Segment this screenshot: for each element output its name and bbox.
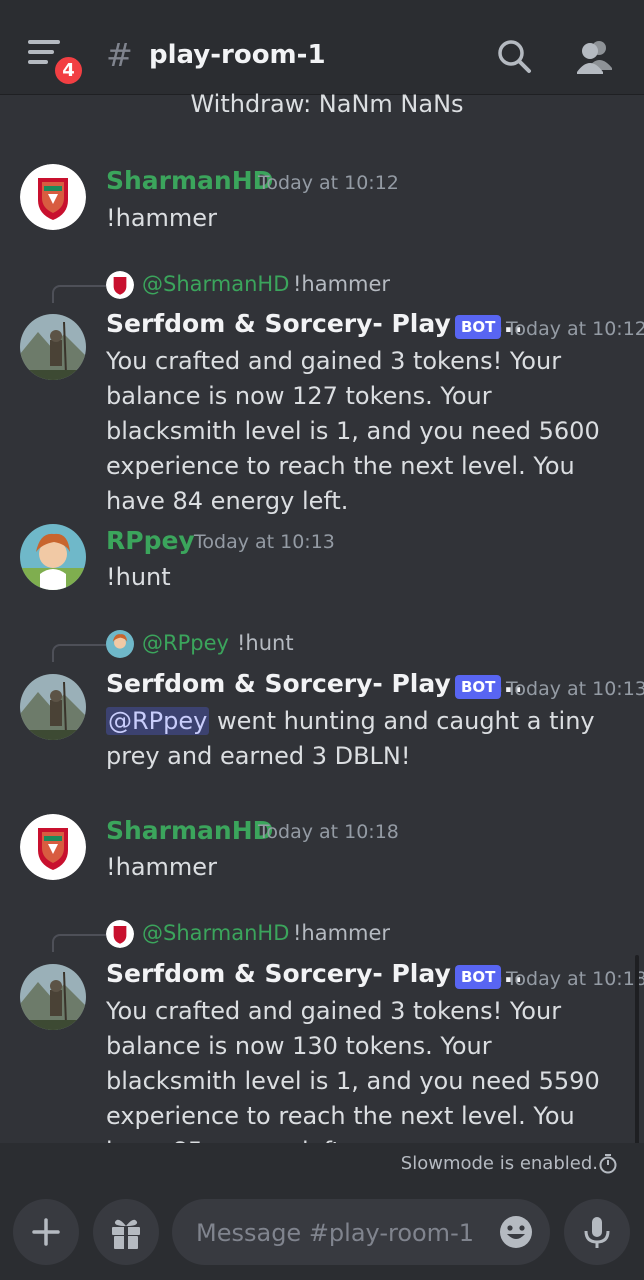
reply-connector	[52, 644, 106, 662]
message-author[interactable]: SharmanHD	[106, 816, 273, 845]
members-icon[interactable]	[574, 38, 614, 76]
reply-mention[interactable]: @RPpey	[142, 631, 229, 655]
user-mention[interactable]: @RPpey	[106, 707, 210, 735]
reply-connector	[52, 285, 106, 303]
reply-preview-text[interactable]: !hammer	[293, 272, 390, 296]
message-timestamp: Today at 10:12	[506, 318, 644, 340]
bot-avatar[interactable]	[20, 314, 86, 380]
stopwatch-icon	[598, 1153, 618, 1179]
bot-avatar[interactable]	[20, 964, 86, 1030]
search-icon[interactable]	[496, 38, 534, 76]
reply-avatar	[106, 630, 134, 658]
bot-avatar[interactable]	[20, 674, 86, 740]
message-author[interactable]: SharmanHD	[106, 166, 273, 195]
user-avatar[interactable]	[20, 524, 86, 590]
message-content: !hammer	[106, 853, 217, 881]
user-avatar[interactable]	[20, 164, 86, 230]
message-timestamp: Today at 10:18	[506, 968, 644, 990]
message-timestamp: Today at 10:13	[506, 678, 644, 700]
bot-badge: BOT	[455, 315, 502, 339]
channel-hash-icon: #	[106, 36, 133, 74]
message-input-container[interactable]	[172, 1199, 550, 1265]
message-content: @RPpey went hunting and caught a tiny pr…	[106, 704, 626, 774]
slowmode-text: Slowmode is enabled.	[400, 1153, 598, 1174]
gift-button[interactable]	[93, 1199, 159, 1265]
message-timestamp: Today at 10:13	[194, 531, 335, 553]
reply-avatar	[106, 271, 134, 299]
add-attachment-button[interactable]	[13, 1199, 79, 1265]
channel-title[interactable]: play-room-1	[149, 40, 326, 70]
gift-icon	[112, 1219, 140, 1249]
message-content: You crafted and gained 3 tokens! Your ba…	[106, 347, 600, 515]
notification-badge: 4	[52, 54, 85, 87]
withdraw-status-text: Withdraw: NaNm NaNs	[190, 90, 464, 118]
message-author[interactable]: RPpey	[106, 526, 195, 555]
plus-icon	[32, 1218, 60, 1246]
reply-mention[interactable]: @SharmanHD	[142, 921, 289, 945]
voice-message-button[interactable]	[564, 1199, 630, 1265]
microphone-icon	[584, 1217, 610, 1248]
message-input[interactable]	[194, 1215, 478, 1251]
message-content: !hunt	[106, 563, 171, 591]
composer-bar	[0, 1185, 644, 1280]
chat-scrollbar[interactable]	[635, 955, 639, 1145]
emoji-icon[interactable]	[498, 1214, 534, 1254]
reply-preview-text[interactable]: !hammer	[293, 921, 390, 945]
bot-badge: BOT	[455, 965, 502, 989]
message-timestamp: Today at 10:12	[258, 172, 399, 194]
message-timestamp: Today at 10:18	[258, 821, 399, 843]
reply-connector	[52, 934, 106, 952]
bot-badge: BOT	[455, 675, 502, 699]
channel-header: 4 # play-room-1	[0, 0, 644, 95]
user-avatar[interactable]	[20, 814, 86, 880]
reply-preview-text[interactable]: !hunt	[237, 631, 294, 655]
reply-mention[interactable]: @SharmanHD	[142, 272, 289, 296]
slowmode-bar: Slowmode is enabled.	[0, 1143, 644, 1185]
reply-avatar	[106, 920, 134, 948]
message-content: !hammer	[106, 204, 217, 232]
